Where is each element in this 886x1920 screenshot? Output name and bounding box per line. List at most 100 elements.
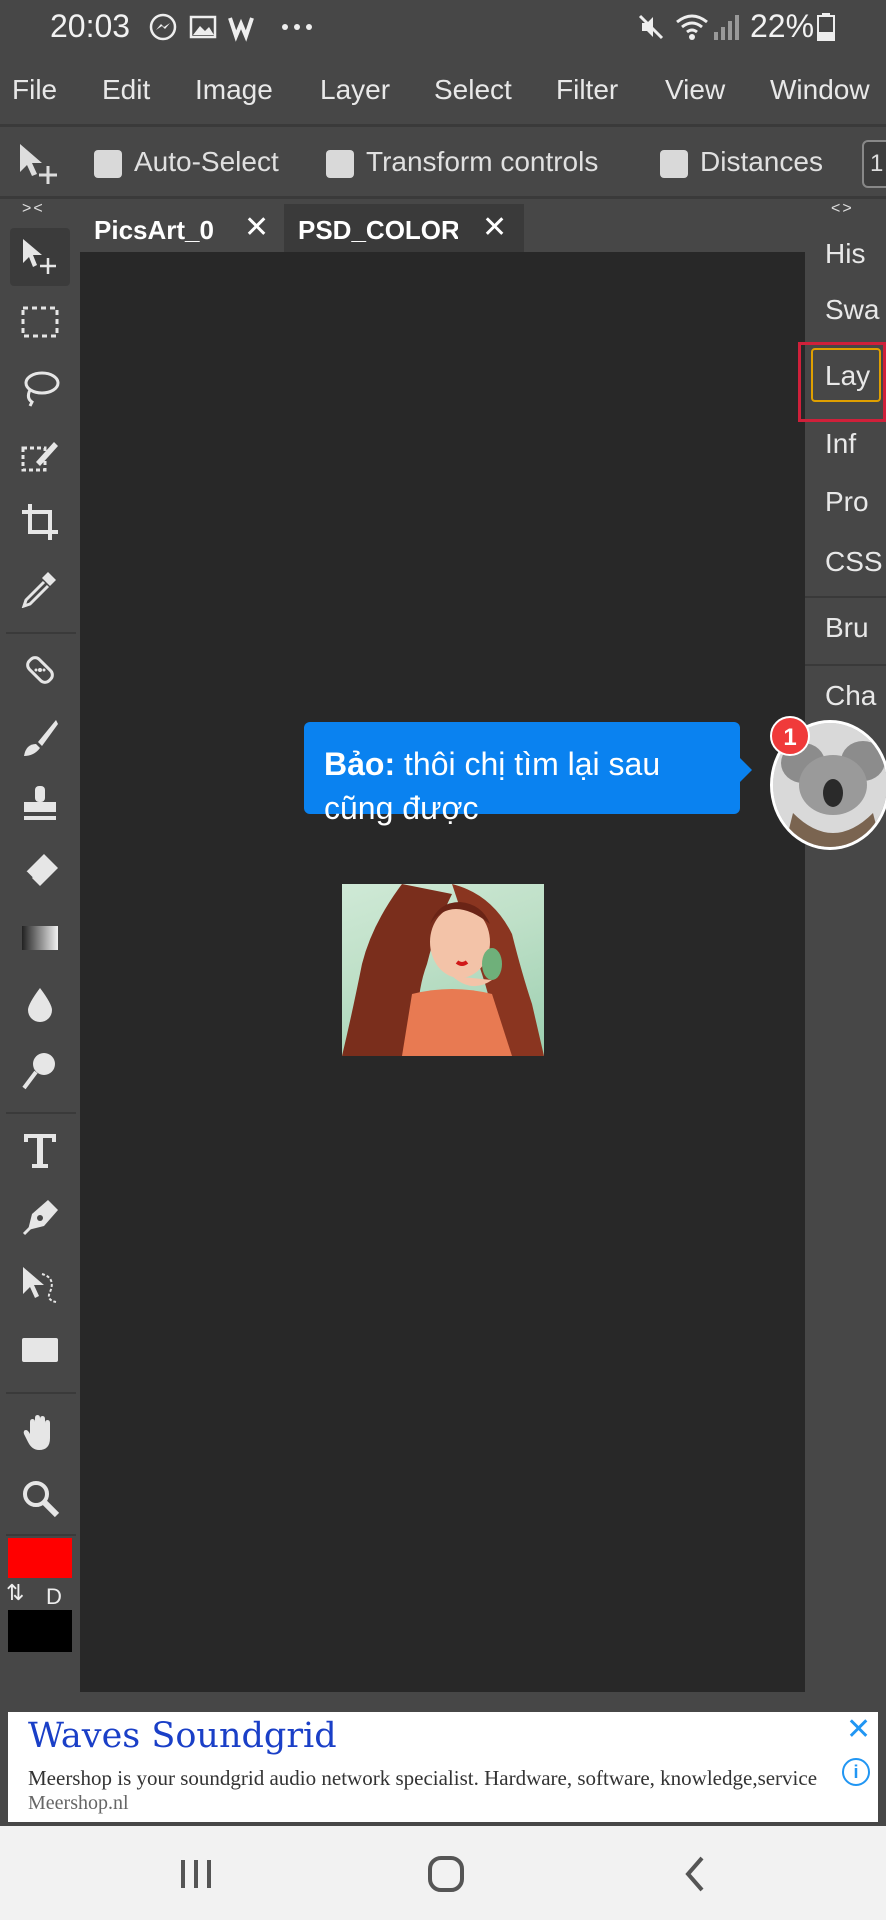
panel-history[interactable]: His	[825, 238, 865, 270]
tab-psd-color[interactable]: PSD_COLOR ✕	[284, 204, 524, 252]
ad-info-icon[interactable]: i	[842, 1758, 870, 1786]
brush-icon	[24, 720, 58, 756]
quick-select-icon	[21, 442, 58, 472]
panel-brush[interactable]: Bru	[825, 612, 869, 644]
right-panel: <> His Swa Lay Inf Pro CSS Bru Cha	[805, 200, 886, 1690]
shape-tool[interactable]	[10, 1322, 70, 1380]
system-nav-bar	[0, 1826, 886, 1920]
wifi-icon	[676, 14, 708, 40]
panel-character[interactable]: Cha	[825, 680, 876, 712]
tools-collapse-button[interactable]: ><	[22, 200, 45, 218]
options-bar: Auto-Select Transform controls Distances…	[0, 128, 886, 196]
path-select-tool[interactable]	[10, 1256, 70, 1314]
ad-site[interactable]: Meershop.nl	[28, 1792, 129, 1815]
chat-bubble-tail	[738, 756, 752, 784]
tools-panel: ><	[0, 200, 80, 1690]
zoom-tool[interactable]	[10, 1470, 70, 1528]
stamp-icon	[24, 786, 56, 820]
signal-icon	[714, 15, 739, 40]
stamp-tool[interactable]	[10, 776, 70, 834]
status-bar: 20:03 22%	[0, 0, 886, 56]
brush-tool[interactable]	[10, 710, 70, 768]
panel-separator	[805, 664, 886, 666]
swap-colors-button[interactable]: ⇅	[6, 1580, 24, 1606]
distances-label: Distances	[700, 146, 823, 177]
toolbar-separator	[6, 1112, 76, 1114]
menu-select[interactable]: Select	[434, 74, 512, 106]
healing-tool[interactable]	[10, 642, 70, 700]
crop-tool[interactable]	[10, 494, 70, 552]
close-icon[interactable]: ✕	[244, 210, 269, 245]
dodge-icon	[22, 1053, 55, 1090]
eyedropper-icon	[21, 572, 56, 608]
dodge-tool[interactable]	[10, 1042, 70, 1100]
menu-view[interactable]: View	[665, 74, 725, 106]
tab-picsart[interactable]: PicsArt_0 ✕	[80, 204, 280, 252]
text-icon	[24, 1134, 56, 1168]
move-icon	[23, 239, 56, 274]
close-icon[interactable]: ✕	[482, 210, 507, 245]
menu-bar: File Edit Image Layer Select Filter View…	[0, 62, 886, 122]
document-thumbnail[interactable]	[342, 884, 544, 1056]
text-tool[interactable]	[10, 1122, 70, 1180]
menu-layer[interactable]: Layer	[320, 74, 390, 106]
more-dots-icon	[282, 24, 312, 30]
foreground-color-swatch[interactable]	[8, 1538, 72, 1578]
toolbar-separator	[6, 1534, 76, 1536]
quick-select-tool[interactable]	[10, 428, 70, 486]
marquee-tool[interactable]	[10, 294, 70, 352]
home-icon[interactable]	[416, 1844, 476, 1904]
opacity-field[interactable]: 1	[862, 140, 886, 188]
chat-sender: Bảo:	[324, 746, 396, 782]
menu-edit[interactable]: Edit	[102, 74, 150, 106]
path-select-icon	[23, 1267, 57, 1303]
panel-css[interactable]: CSS	[825, 546, 883, 578]
transform-controls-checkbox[interactable]	[326, 150, 354, 178]
panel-properties[interactable]: Pro	[825, 486, 869, 518]
default-colors-button[interactable]: D	[46, 1584, 62, 1610]
highlight-box	[798, 342, 886, 422]
battery-icon	[817, 13, 835, 41]
panel-collapse-button[interactable]: <>	[831, 200, 854, 218]
hand-icon	[23, 1415, 50, 1450]
toolbar-separator	[6, 632, 76, 634]
panel-info[interactable]: Inf	[825, 428, 856, 460]
recent-apps-icon[interactable]	[166, 1844, 226, 1904]
ad-banner[interactable]: Waves Soundgrid Meershop is your soundgr…	[8, 1712, 878, 1822]
menu-filter[interactable]: Filter	[556, 74, 618, 106]
ad-close-icon[interactable]: ✕	[846, 1712, 871, 1747]
menu-window[interactable]: Window	[770, 74, 870, 106]
tab-label: PicsArt_0	[94, 215, 214, 245]
menu-divider	[0, 124, 886, 127]
pen-icon	[22, 1200, 58, 1236]
options-divider	[0, 196, 886, 199]
panel-swatches[interactable]: Swa	[825, 294, 879, 326]
lasso-tool[interactable]	[10, 360, 70, 418]
crop-icon	[22, 504, 58, 540]
transform-controls-label: Transform controls	[366, 146, 599, 177]
menu-file[interactable]: File	[12, 74, 57, 106]
eraser-tool[interactable]	[10, 842, 70, 900]
eyedropper-tool[interactable]	[10, 560, 70, 618]
auto-select-checkbox[interactable]	[94, 150, 122, 178]
pen-tool[interactable]	[10, 1190, 70, 1248]
toolbar-separator	[6, 1392, 76, 1394]
menu-image[interactable]: Image	[195, 74, 273, 106]
rectangle-icon	[22, 1338, 58, 1362]
blur-tool[interactable]	[10, 976, 70, 1034]
healing-icon	[26, 656, 54, 684]
clock: 20:03	[50, 8, 131, 44]
water-drop-icon	[28, 988, 52, 1022]
hand-tool[interactable]	[10, 1404, 70, 1462]
chat-bubble[interactable]: Bảo: thôi chị tìm lại sau cũng được	[304, 722, 740, 826]
distances-checkbox[interactable]	[660, 150, 688, 178]
gradient-tool[interactable]	[10, 910, 70, 968]
lasso-icon	[24, 371, 60, 407]
auto-select-label: Auto-Select	[134, 146, 279, 177]
ad-title[interactable]: Waves Soundgrid	[28, 1716, 337, 1756]
back-icon[interactable]	[666, 1844, 726, 1904]
move-tool[interactable]	[10, 228, 70, 286]
eraser-icon	[25, 854, 58, 886]
background-color-swatch[interactable]	[8, 1610, 72, 1652]
panel-separator	[805, 596, 886, 598]
